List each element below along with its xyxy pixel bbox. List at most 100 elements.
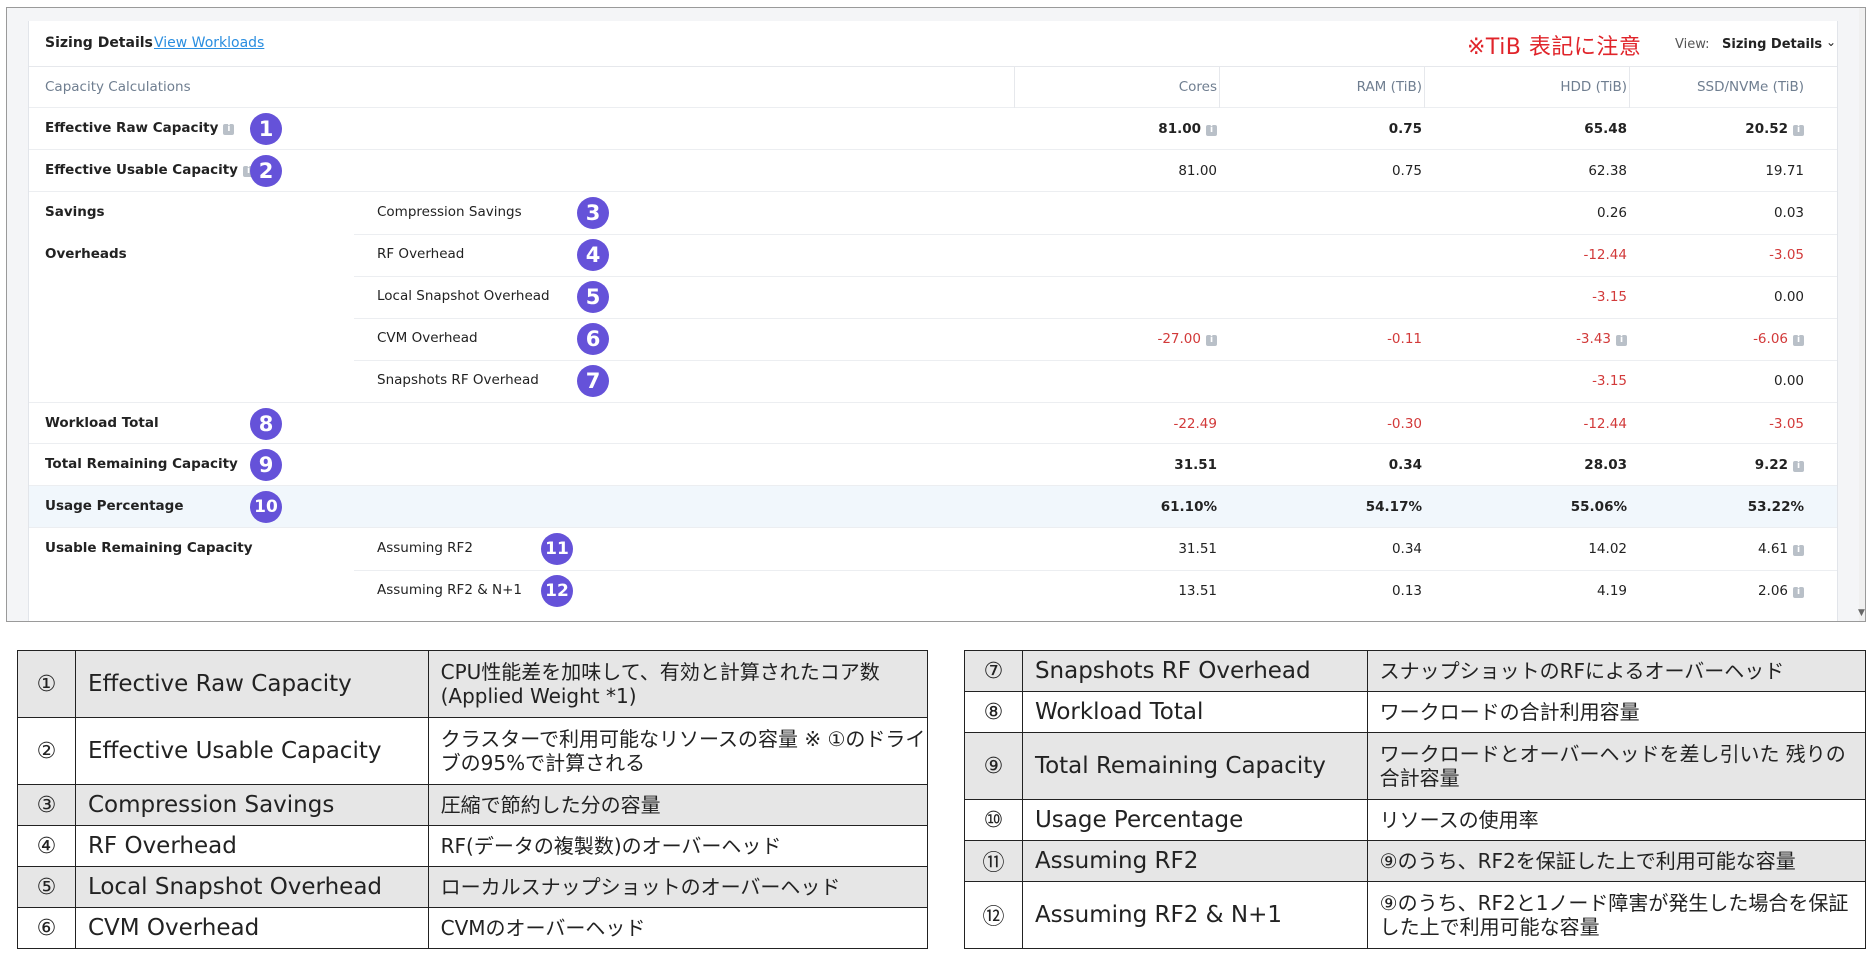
- hdd-value: 55.06%: [1570, 499, 1627, 515]
- legend-number: ③: [17, 784, 76, 826]
- tab-sizing-details[interactable]: Sizing Details: [45, 35, 153, 51]
- ssd-value: 0.03: [1773, 205, 1804, 221]
- ram-value: 0.34: [1391, 541, 1422, 557]
- cores-value: 81.00 i: [1158, 121, 1217, 137]
- ssd-value: 0.00: [1773, 289, 1804, 305]
- ssd-value: 19.71: [1765, 163, 1804, 179]
- scrollbar[interactable]: [1859, 8, 1865, 621]
- row-label: Local Snapshot Overhead: [377, 288, 550, 304]
- info-icon[interactable]: i: [1793, 335, 1804, 346]
- legend-number: ⑫: [964, 881, 1023, 949]
- row-label: Total Remaining Capacity: [45, 456, 238, 472]
- legend-number: ⑪: [964, 840, 1023, 882]
- usable-remaining-label: Usable Remaining Capacity: [45, 540, 253, 556]
- legend-description: CPU性能差を加味して、有効と計算されたコア数 (Applied Weight …: [427, 650, 929, 718]
- tab-view-workloads[interactable]: View Workloads: [154, 35, 264, 51]
- info-icon[interactable]: i: [1206, 335, 1217, 346]
- legend-description: ⑨のうち、RF2を保証した上で利用可能な容量: [1366, 840, 1867, 882]
- callout-badge: 11: [541, 533, 573, 565]
- row-label: Compression Savings: [377, 204, 522, 220]
- info-icon[interactable]: i: [1616, 335, 1627, 346]
- legend-row: ⑨ Total Remaining Capacity ワークロードとオーバーヘッ…: [964, 732, 1867, 800]
- callout-badge: 3: [577, 197, 609, 229]
- column-divider: [1424, 66, 1425, 108]
- callout-badge: 1: [250, 113, 282, 145]
- ssd-column-header: SSD/NVMe (TiB): [1696, 79, 1804, 95]
- table-row-rf-overhead: Overheads RF Overhead 4 -12.44 -3.05: [29, 234, 1837, 277]
- ssd-value: 20.52 i: [1745, 121, 1804, 137]
- hdd-value: -3.15: [1592, 373, 1627, 389]
- info-icon[interactable]: i: [1793, 587, 1804, 598]
- cores-value: 13.51: [1178, 583, 1217, 599]
- ssd-value: 0.00: [1773, 373, 1804, 389]
- ram-value: -0.30: [1387, 416, 1422, 432]
- ram-value: 54.17%: [1365, 499, 1422, 515]
- hdd-value: 62.38: [1588, 163, 1627, 179]
- legend-description: ワークロードとオーバーヘッドを差し引いた 残りの合計容量: [1366, 732, 1867, 800]
- ssd-value: -3.05: [1769, 416, 1804, 432]
- info-icon[interactable]: i: [1206, 125, 1217, 136]
- legend-term: CVM Overhead: [74, 907, 429, 949]
- callout-badge: 7: [577, 365, 609, 397]
- legend-description: リソースの使用率: [1366, 799, 1867, 841]
- callout-badge: 9: [250, 449, 282, 481]
- hdd-value: 14.02: [1588, 541, 1627, 557]
- capacity-calculations-header: Capacity Calculations: [45, 79, 191, 95]
- legend-term: Assuming RF2: [1021, 840, 1368, 882]
- scroll-down-icon[interactable]: ▼: [1858, 608, 1865, 618]
- legend-term: Compression Savings: [74, 784, 429, 826]
- cores-column-header: Cores: [1178, 79, 1217, 95]
- hdd-value: -12.44: [1583, 247, 1627, 263]
- savings-label: Savings: [45, 204, 105, 220]
- legend-row: ⑫ Assuming RF2 & N+1 ⑨のうち、RF2と1ノード障害が発生し…: [964, 881, 1867, 949]
- legend-description: RF(データの複製数)のオーバーヘッド: [427, 825, 929, 867]
- legend-row: ① Effective Raw Capacity CPU性能差を加味して、有効と…: [17, 650, 929, 718]
- table-row-local-snapshot-overhead: Local Snapshot Overhead 5 -3.15 0.00: [29, 276, 1837, 319]
- column-divider: [1219, 66, 1220, 108]
- legend-number: ④: [17, 825, 76, 867]
- sizing-details-card: Sizing Details View Workloads ※TiB 表記に注意…: [28, 21, 1838, 621]
- row-label: Assuming RF2 & N+1: [377, 582, 523, 598]
- ssd-value: 4.61 i: [1758, 541, 1804, 557]
- info-icon[interactable]: i: [223, 124, 235, 135]
- legend-row: ⑩ Usage Percentage リソースの使用率: [964, 799, 1867, 841]
- legend-term: Assuming RF2 & N+1: [1021, 881, 1368, 949]
- legend-row: ② Effective Usable Capacity クラスターで利用可能なリ…: [17, 717, 929, 785]
- row-label: Effective Usable Capacity i: [45, 162, 254, 178]
- legend-term: Local Snapshot Overhead: [74, 866, 429, 908]
- ssd-value: 9.22 i: [1755, 457, 1804, 473]
- info-icon[interactable]: i: [1793, 125, 1804, 136]
- legend-table-left: ① Effective Raw Capacity CPU性能差を加味して、有効と…: [17, 650, 929, 949]
- tib-notation-note: ※TiB 表記に注意: [1467, 35, 1642, 60]
- legend-row: ③ Compression Savings 圧縮で節約した分の容量: [17, 784, 929, 826]
- legend-description: ⑨のうち、RF2と1ノード障害が発生した場合を保証した上で利用可能な容量: [1366, 881, 1867, 949]
- column-divider: [1014, 66, 1015, 108]
- legend-description: CVMのオーバーヘッド: [427, 907, 929, 949]
- legend-number: ②: [17, 717, 76, 785]
- info-icon[interactable]: i: [1793, 461, 1804, 472]
- hdd-value: -12.44: [1583, 416, 1627, 432]
- legend-term: Total Remaining Capacity: [1021, 732, 1368, 800]
- legend-table-right: ⑦ Snapshots RF Overhead スナップショットのRFによるオー…: [964, 650, 1867, 949]
- callout-badge: 8: [250, 408, 282, 440]
- legend-term: RF Overhead: [74, 825, 429, 867]
- ram-value: 0.75: [1388, 121, 1422, 137]
- ram-value: 0.34: [1388, 457, 1422, 473]
- hdd-value: 65.48: [1584, 121, 1627, 137]
- table-header-row: Capacity Calculations Cores RAM (TiB) HD…: [29, 66, 1837, 108]
- legend-number: ⑨: [964, 732, 1023, 800]
- callout-badge: 6: [577, 323, 609, 355]
- legend-number: ⑧: [964, 691, 1023, 733]
- callout-badge: 4: [577, 239, 609, 271]
- hdd-column-header: HDD (TiB): [1560, 79, 1627, 95]
- legend-term: Effective Raw Capacity: [74, 650, 429, 718]
- ram-column-header: RAM (TiB): [1356, 79, 1422, 95]
- info-icon[interactable]: i: [1793, 545, 1804, 556]
- view-select[interactable]: Sizing Details: [1722, 37, 1822, 52]
- legend-description: 圧縮で節約した分の容量: [427, 784, 929, 826]
- legend-row: ⑤ Local Snapshot Overhead ローカルスナップショットのオ…: [17, 866, 929, 908]
- legend-description: ローカルスナップショットのオーバーヘッド: [427, 866, 929, 908]
- legend-term: Snapshots RF Overhead: [1021, 650, 1368, 692]
- cores-value: 31.51: [1178, 541, 1217, 557]
- chevron-down-icon[interactable]: ⌄: [1826, 35, 1836, 49]
